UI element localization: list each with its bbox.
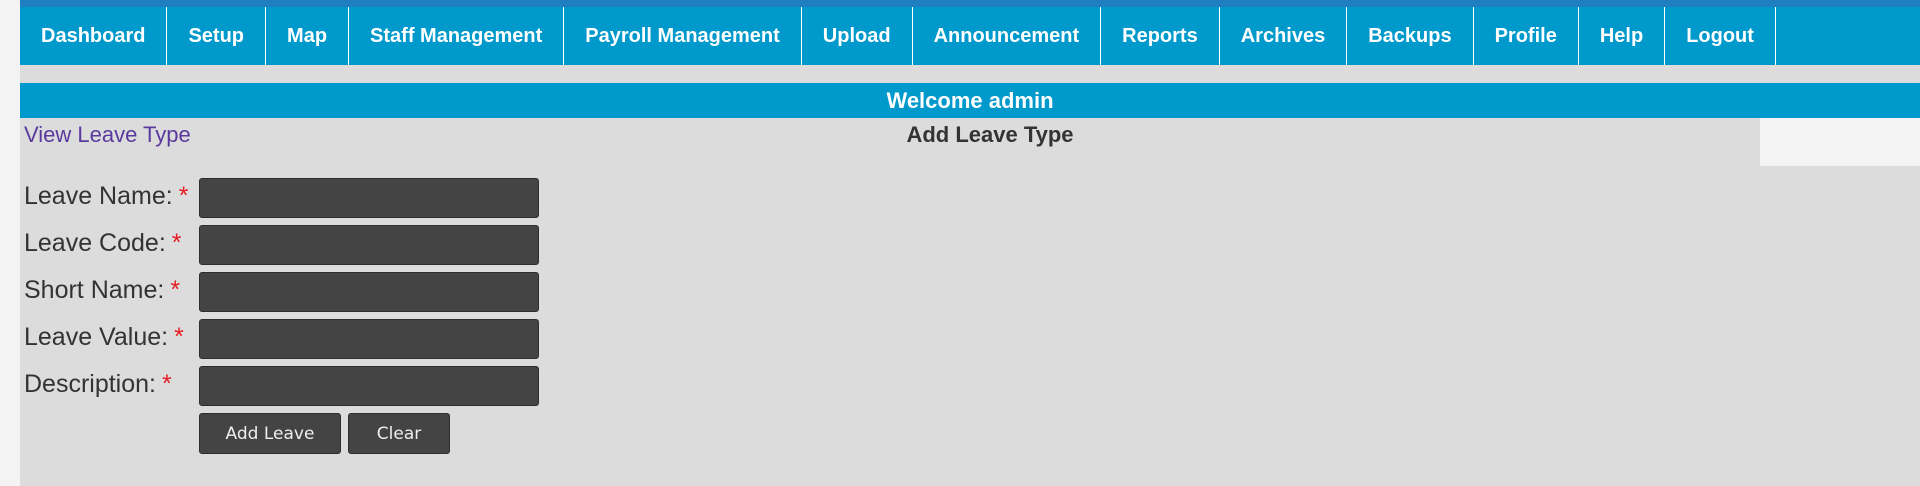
leave-value-input[interactable] xyxy=(199,319,539,359)
leave-code-label-text: Leave Code: xyxy=(24,229,166,257)
leave-name-label-text: Leave Name: xyxy=(24,182,173,210)
nav-logout[interactable]: Logout xyxy=(1665,7,1776,65)
leave-code-label: Leave Code: * xyxy=(24,229,182,258)
required-marker: * xyxy=(174,323,184,351)
nav-spacer xyxy=(20,65,1920,83)
page: Dashboard Setup Map Staff Management Pay… xyxy=(20,0,1920,486)
nav-staff-management[interactable]: Staff Management xyxy=(349,7,565,65)
required-marker: * xyxy=(178,182,189,210)
nav-dashboard[interactable]: Dashboard xyxy=(20,7,168,65)
leave-name-label: Leave Name: * xyxy=(24,182,188,211)
leave-value-label-text: Leave Value: xyxy=(24,323,169,351)
main-nav: Dashboard Setup Map Staff Management Pay… xyxy=(20,7,1920,65)
description-label: Description: * xyxy=(24,370,172,399)
nav-archives[interactable]: Archives xyxy=(1220,7,1348,65)
short-name-label: Short Name: * xyxy=(24,276,180,305)
leave-value-label: Leave Value: * xyxy=(24,323,184,352)
description-input[interactable] xyxy=(199,366,539,406)
right-panel xyxy=(1760,118,1920,166)
nav-profile[interactable]: Profile xyxy=(1474,7,1579,65)
leave-name-input[interactable] xyxy=(199,178,539,218)
description-label-text: Description: xyxy=(24,370,156,398)
clear-button[interactable]: Clear xyxy=(348,413,450,454)
leave-code-input[interactable] xyxy=(199,225,539,265)
nav-payroll-management[interactable]: Payroll Management xyxy=(564,7,802,65)
nav-backups[interactable]: Backups xyxy=(1347,7,1474,65)
required-marker: * xyxy=(162,370,172,398)
required-marker: * xyxy=(171,229,182,257)
required-marker: * xyxy=(170,276,181,304)
top-accent-bar xyxy=(20,0,1920,7)
short-name-label-text: Short Name: xyxy=(24,276,165,304)
nav-upload[interactable]: Upload xyxy=(802,7,913,65)
short-name-input[interactable] xyxy=(199,272,539,312)
nav-reports[interactable]: Reports xyxy=(1101,7,1220,65)
add-leave-button[interactable]: Add Leave xyxy=(199,413,341,454)
nav-help[interactable]: Help xyxy=(1579,7,1666,65)
nav-announcement[interactable]: Announcement xyxy=(913,7,1102,65)
nav-map[interactable]: Map xyxy=(266,7,350,65)
form-title: Add Leave Type xyxy=(906,122,1074,147)
nav-setup[interactable]: Setup xyxy=(167,7,267,65)
view-leave-type-link[interactable]: View Leave Type xyxy=(24,122,191,148)
welcome-banner: Welcome admin xyxy=(20,83,1920,118)
